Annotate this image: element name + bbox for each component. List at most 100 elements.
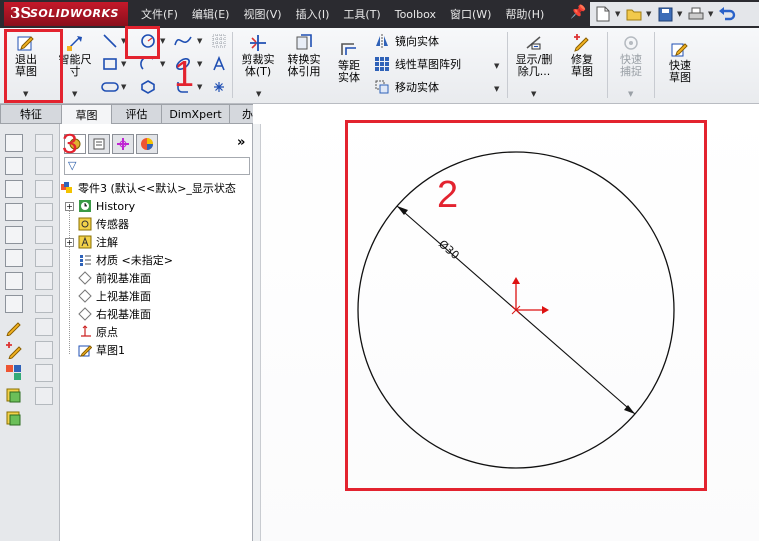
feature-icon[interactable]: [35, 364, 53, 382]
tree-root-part[interactable]: 零件3 (默认<<默认>_显示状态: [60, 179, 236, 197]
feature-icon[interactable]: [35, 295, 53, 313]
rectangle-icon[interactable]: [101, 55, 119, 73]
edit-sketch-icon[interactable]: [5, 318, 23, 337]
chevron-down-icon[interactable]: ▼: [197, 60, 202, 68]
chevron-down-icon[interactable]: ▼: [708, 10, 715, 18]
feature-icon[interactable]: [35, 157, 53, 175]
display-manager-tab-icon[interactable]: [136, 134, 158, 154]
slot-icon[interactable]: [101, 78, 119, 96]
menu-window[interactable]: 窗口(W): [443, 6, 498, 22]
mirror-entities-button[interactable]: 镜向实体: [374, 33, 439, 49]
plane-icon: [78, 307, 92, 321]
tab-sketch[interactable]: 草图: [62, 104, 112, 124]
expand-toggle[interactable]: +: [65, 201, 74, 211]
quick-snap-button[interactable]: 快速捕捉: [610, 34, 652, 78]
tree-item-front-plane[interactable]: 前视基准面: [65, 269, 151, 287]
configuration-tab-icon[interactable]: [112, 134, 134, 154]
feature-icon[interactable]: [35, 203, 53, 221]
new-document-icon[interactable]: [594, 5, 612, 23]
tab-dimxpert[interactable]: DimXpert: [162, 104, 230, 124]
tree-item-history[interactable]: + History: [65, 197, 135, 215]
chevron-down-icon[interactable]: ▼: [197, 83, 202, 91]
tree-item-right-plane[interactable]: 右视基准面: [65, 305, 151, 323]
chevron-down-icon[interactable]: ▼: [121, 60, 126, 68]
pin-icon[interactable]: 📌: [570, 5, 586, 20]
feature-icon[interactable]: [35, 272, 53, 290]
grid-icon[interactable]: [210, 32, 228, 50]
polygon-icon[interactable]: [139, 78, 157, 96]
chevron-down-icon[interactable]: ▼: [121, 83, 126, 91]
toolbar-separator: [507, 32, 508, 98]
tree-item-material[interactable]: 材质 <未指定>: [65, 251, 173, 269]
layer-properties-icon[interactable]: [5, 410, 23, 428]
chevron-down-icon[interactable]: ▼: [72, 90, 77, 98]
chevron-down-icon[interactable]: ▼: [615, 10, 622, 18]
table-icon[interactable]: [35, 387, 53, 405]
open-folder-icon[interactable]: [625, 5, 643, 23]
spline-icon[interactable]: [174, 32, 192, 50]
feature-icon[interactable]: [35, 249, 53, 267]
feature-tree-filter[interactable]: ▽: [64, 157, 250, 175]
show-delete-relations-button[interactable]: 显示/删除几...: [511, 34, 557, 78]
menu-help[interactable]: 帮助(H): [498, 6, 551, 22]
menu-edit[interactable]: 编辑(E): [185, 6, 237, 22]
chevron-right-icon[interactable]: »: [237, 135, 245, 150]
repair-sketch-button[interactable]: 修复草图: [560, 34, 604, 78]
normal-to-icon[interactable]: [5, 295, 23, 313]
top-view-icon[interactable]: [5, 226, 23, 244]
tree-item-annotations[interactable]: + 注解: [65, 233, 118, 251]
chevron-down-icon[interactable]: ▼: [628, 90, 633, 98]
back-view-icon[interactable]: [5, 157, 23, 175]
chevron-down-icon[interactable]: ▼: [646, 10, 653, 18]
tree-item-origin[interactable]: 原点: [65, 323, 118, 341]
tab-features[interactable]: 特征: [0, 104, 62, 124]
rapid-sketch-button[interactable]: 快速草图: [658, 40, 702, 84]
tab-evaluate[interactable]: 评估: [112, 104, 162, 124]
chevron-down-icon[interactable]: ▼: [494, 85, 499, 93]
feature-icon[interactable]: [35, 180, 53, 198]
linear-pattern-button[interactable]: 线性草图阵列: [374, 56, 461, 72]
save-icon[interactable]: [656, 5, 674, 23]
menu-toolbox[interactable]: Toolbox: [388, 8, 443, 21]
right-view-icon[interactable]: [5, 203, 23, 221]
trim-entities-button[interactable]: 剪裁实体(T): [236, 34, 280, 78]
tree-item-sketch1[interactable]: 草图1: [65, 341, 125, 359]
chevron-down-icon[interactable]: ▼: [256, 90, 261, 98]
repair-icon[interactable]: [5, 341, 23, 360]
chevron-down-icon[interactable]: ▼: [531, 90, 536, 98]
tree-item-label: 传感器: [96, 218, 129, 231]
chevron-down-icon[interactable]: ▼: [494, 62, 499, 70]
logo-text: SOLIDWORKS: [30, 7, 119, 20]
move-entities-button[interactable]: 移动实体: [374, 79, 439, 95]
offset-entities-button[interactable]: 等距实体: [328, 40, 370, 84]
left-view-icon[interactable]: [5, 180, 23, 198]
tree-item-top-plane[interactable]: 上视基准面: [65, 287, 151, 305]
tree-item-sensors[interactable]: 传感器: [65, 215, 129, 233]
point-icon[interactable]: [210, 78, 228, 96]
line-icon[interactable]: [101, 32, 119, 50]
text-icon[interactable]: [210, 55, 228, 73]
feature-icon[interactable]: [35, 226, 53, 244]
undo-icon[interactable]: [718, 5, 736, 23]
menu-tools[interactable]: 工具(T): [336, 6, 387, 22]
print-icon[interactable]: [687, 5, 705, 23]
chevron-down-icon[interactable]: ▼: [677, 10, 684, 18]
isometric-view-icon[interactable]: [5, 272, 23, 290]
property-manager-tab-icon[interactable]: [88, 134, 110, 154]
convert-entities-button[interactable]: 转换实体引用: [282, 34, 326, 78]
table-icon[interactable]: [35, 134, 53, 152]
chevron-down-icon[interactable]: ▼: [197, 37, 202, 45]
chevron-down-icon[interactable]: ▼: [160, 60, 165, 68]
bottom-view-icon[interactable]: [5, 249, 23, 267]
front-view-icon[interactable]: [5, 134, 23, 152]
feature-icon[interactable]: [35, 341, 53, 359]
feature-icon[interactable]: [35, 318, 53, 336]
sketch-relations-icon[interactable]: [5, 364, 23, 382]
chevron-down-icon[interactable]: ▼: [160, 37, 165, 45]
solidworks-logo[interactable]: 3S SOLIDWORKS: [4, 2, 128, 26]
menu-view[interactable]: 视图(V): [236, 6, 288, 22]
menu-insert[interactable]: 插入(I): [289, 6, 337, 22]
layer-icon[interactable]: [5, 387, 23, 405]
expand-toggle[interactable]: +: [65, 237, 74, 247]
menu-file[interactable]: 文件(F): [134, 6, 185, 22]
